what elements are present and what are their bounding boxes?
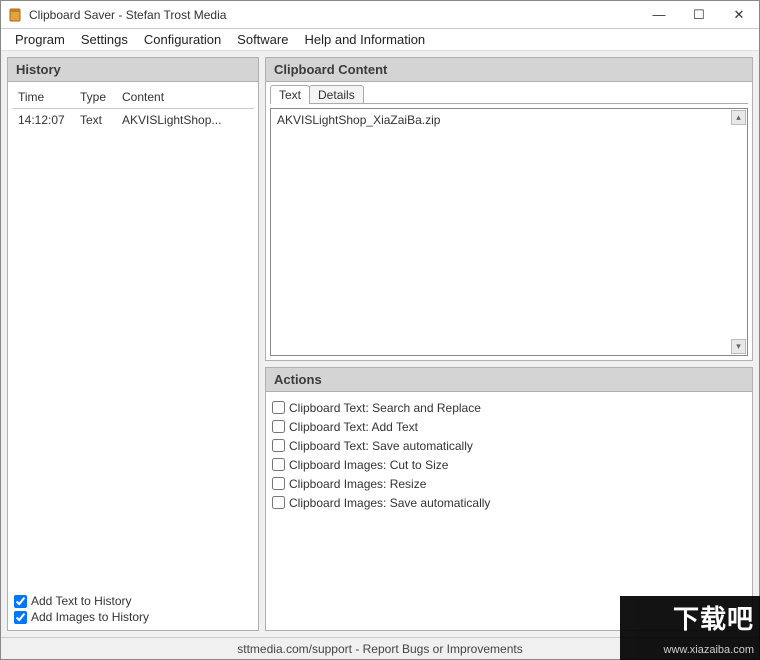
clipboard-text-area[interactable]: AKVISLightShop_XiaZaiBa.zip ▴ ▾	[270, 108, 748, 356]
action-label-4: Clipboard Images: Resize	[289, 477, 426, 491]
add-images-checkbox[interactable]	[14, 611, 27, 624]
status-text: sttmedia.com/support - Report Bugs or Im…	[237, 642, 522, 656]
col-type[interactable]: Type	[74, 86, 116, 109]
history-cell-type: Text	[74, 109, 116, 132]
col-content[interactable]: Content	[116, 86, 254, 109]
main-area: History Time Type Content 14:12:07 Text	[1, 51, 759, 637]
action-label-2: Clipboard Text: Save automatically	[289, 439, 473, 453]
menu-program[interactable]: Program	[7, 30, 73, 49]
action-label-5: Clipboard Images: Save automatically	[289, 496, 490, 510]
action-label-3: Clipboard Images: Cut to Size	[289, 458, 448, 472]
actions-header: Actions	[266, 368, 752, 392]
action-check-0[interactable]	[272, 401, 285, 414]
menu-software[interactable]: Software	[229, 30, 296, 49]
menu-help[interactable]: Help and Information	[296, 30, 433, 49]
history-cell-time: 14:12:07	[12, 109, 74, 132]
action-check-2[interactable]	[272, 439, 285, 452]
scroll-down-icon[interactable]: ▾	[731, 339, 746, 354]
window-controls: ― ☐ ✕	[639, 1, 759, 28]
right-column: Clipboard Content Text Details AKVISLigh…	[265, 57, 753, 631]
actions-body: Clipboard Text: Search and Replace Clipb…	[266, 392, 752, 630]
scroll-up-icon[interactable]: ▴	[731, 110, 746, 125]
history-panel: History Time Type Content 14:12:07 Text	[7, 57, 259, 631]
add-text-label: Add Text to History	[31, 594, 132, 608]
history-header-row: Time Type Content	[12, 86, 254, 109]
tab-text[interactable]: Text	[270, 85, 310, 104]
app-window: Clipboard Saver - Stefan Trost Media ― ☐…	[0, 0, 760, 660]
action-check-1[interactable]	[272, 420, 285, 433]
menubar: Program Settings Configuration Software …	[1, 29, 759, 51]
action-check-5[interactable]	[272, 496, 285, 509]
history-cell-content: AKVISLightShop...	[116, 109, 254, 132]
history-table: Time Type Content 14:12:07 Text AKVISLig…	[8, 82, 258, 588]
action-label-0: Clipboard Text: Search and Replace	[289, 401, 481, 415]
titlebar: Clipboard Saver - Stefan Trost Media ― ☐…	[1, 1, 759, 29]
tab-details[interactable]: Details	[309, 85, 364, 104]
clipboard-text-value: AKVISLightShop_XiaZaiBa.zip	[277, 113, 440, 127]
actions-panel: Actions Clipboard Text: Search and Repla…	[265, 367, 753, 631]
clipboard-tabs: Text Details	[266, 82, 752, 104]
menu-settings[interactable]: Settings	[73, 30, 136, 49]
action-check-3[interactable]	[272, 458, 285, 471]
col-time[interactable]: Time	[12, 86, 74, 109]
minimize-button[interactable]: ―	[639, 1, 679, 28]
statusbar: sttmedia.com/support - Report Bugs or Im…	[1, 637, 759, 659]
clipboard-content-panel: Clipboard Content Text Details AKVISLigh…	[265, 57, 753, 361]
window-title: Clipboard Saver - Stefan Trost Media	[29, 8, 639, 22]
history-row[interactable]: 14:12:07 Text AKVISLightShop...	[12, 109, 254, 132]
add-images-label: Add Images to History	[31, 610, 149, 624]
add-text-checkbox[interactable]	[14, 595, 27, 608]
app-icon	[7, 7, 23, 23]
close-button[interactable]: ✕	[719, 1, 759, 28]
history-header: History	[8, 58, 258, 82]
action-label-1: Clipboard Text: Add Text	[289, 420, 418, 434]
menu-configuration[interactable]: Configuration	[136, 30, 229, 49]
maximize-button[interactable]: ☐	[679, 1, 719, 28]
action-check-4[interactable]	[272, 477, 285, 490]
history-options: Add Text to History Add Images to Histor…	[8, 588, 258, 630]
clipboard-header: Clipboard Content	[266, 58, 752, 82]
